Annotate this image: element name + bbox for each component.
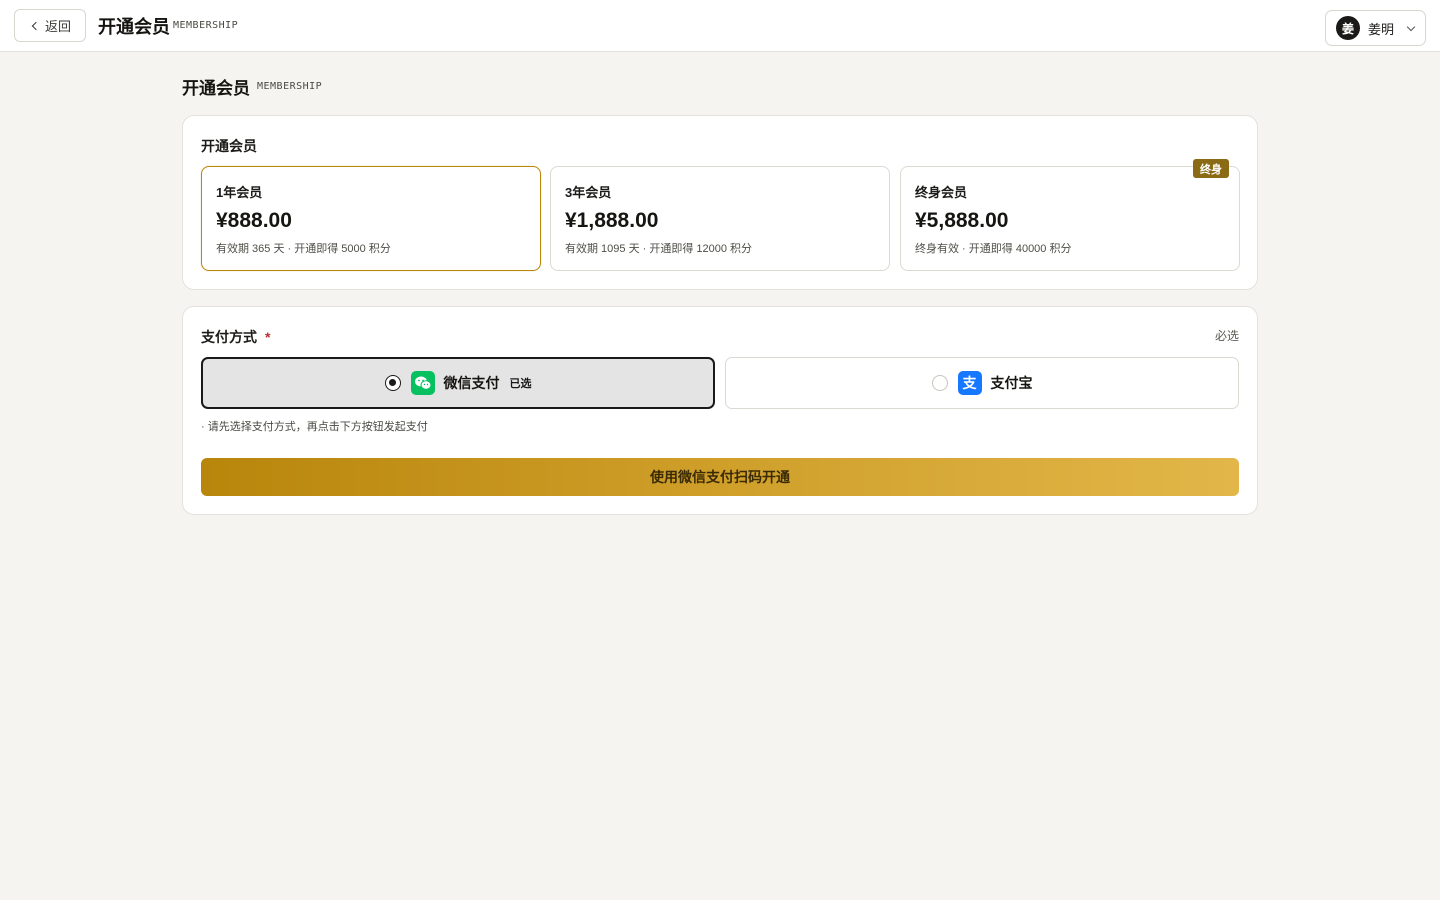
plan-name: 1年会员 [216,185,263,200]
user-name: 姜明 [1368,21,1395,37]
header-subtitle: MEMBERSHIP [173,20,239,31]
plan-card-lifetime[interactable]: 终身 终身会员 ¥5,888.00 终身有效 · 开通即得 40000 积分 [900,159,1240,271]
plan-card-3-year[interactable]: 3年会员 ¥1,888.00 有效期 1095 天 · 开通即得 12000 积… [550,166,890,271]
chevron-down-icon [1406,22,1416,31]
page-title: 开通会员 [182,79,250,98]
radio-unchecked-icon[interactable] [931,375,948,391]
plan-price: ¥888.00 [216,209,292,232]
plan-name: 终身会员 [915,185,968,200]
plan-price: ¥1,888.00 [565,209,659,232]
avatar: 姜 [1336,16,1360,40]
plan-description: 有效期 1095 天 · 开通即得 12000 积分 [565,243,753,255]
selected-tag: 已选 [509,378,532,390]
payment-hint: · 请先选择支付方式，再点击下方按钮发起支付 [201,421,428,433]
plans-section-label: 开通会员 [201,138,257,154]
submit-pay-button[interactable]: 使用微信支付扫码开通 [201,458,1239,496]
page-subtitle: MEMBERSHIP [257,81,323,92]
top-bar: 返回 开通会员 MEMBERSHIP 姜 姜明 [0,0,1440,52]
radio-checked-icon[interactable] [384,375,401,391]
alipay-icon: 支 [957,371,982,395]
payment-section-title: 支付方式 [201,329,257,345]
payment-option-alipay[interactable]: 支 支付宝 [725,357,1239,409]
plans-card: 开通会员 1年会员 ¥888.00 有效期 365 天 · 开通即得 5000 … [182,115,1258,290]
payment-option-label: 支付宝 [990,375,1033,391]
back-button-label: 返回 [44,19,71,34]
plan-description: 终身有效 · 开通即得 40000 积分 [915,243,1072,255]
header-title: 开通会员 [98,17,170,37]
payment-section-label: 支付方式 * [201,327,270,347]
wechat-icon [410,371,435,395]
payment-option-wechat[interactable]: 微信支付 已选 [201,357,715,409]
required-tag: 必选 [1214,329,1239,343]
required-star: * [265,329,271,345]
user-menu-button[interactable]: 姜 姜明 [1325,10,1426,46]
plan-price: ¥5,888.00 [915,209,1009,232]
chevron-left-icon [31,21,41,30]
payment-card: 支付方式 * 必选 微信支付 已选 支 支付宝 · 请先选择支付方式，再点击下方按… [182,306,1258,515]
plan-name: 3年会员 [565,185,612,200]
plan-card-1-year[interactable]: 1年会员 ¥888.00 有效期 365 天 · 开通即得 5000 积分 [201,166,541,271]
payment-option-label: 微信支付 [443,375,500,391]
back-button[interactable]: 返回 [14,9,86,42]
plan-description: 有效期 365 天 · 开通即得 5000 积分 [216,243,391,255]
plan-badge: 终身 [1193,159,1229,178]
